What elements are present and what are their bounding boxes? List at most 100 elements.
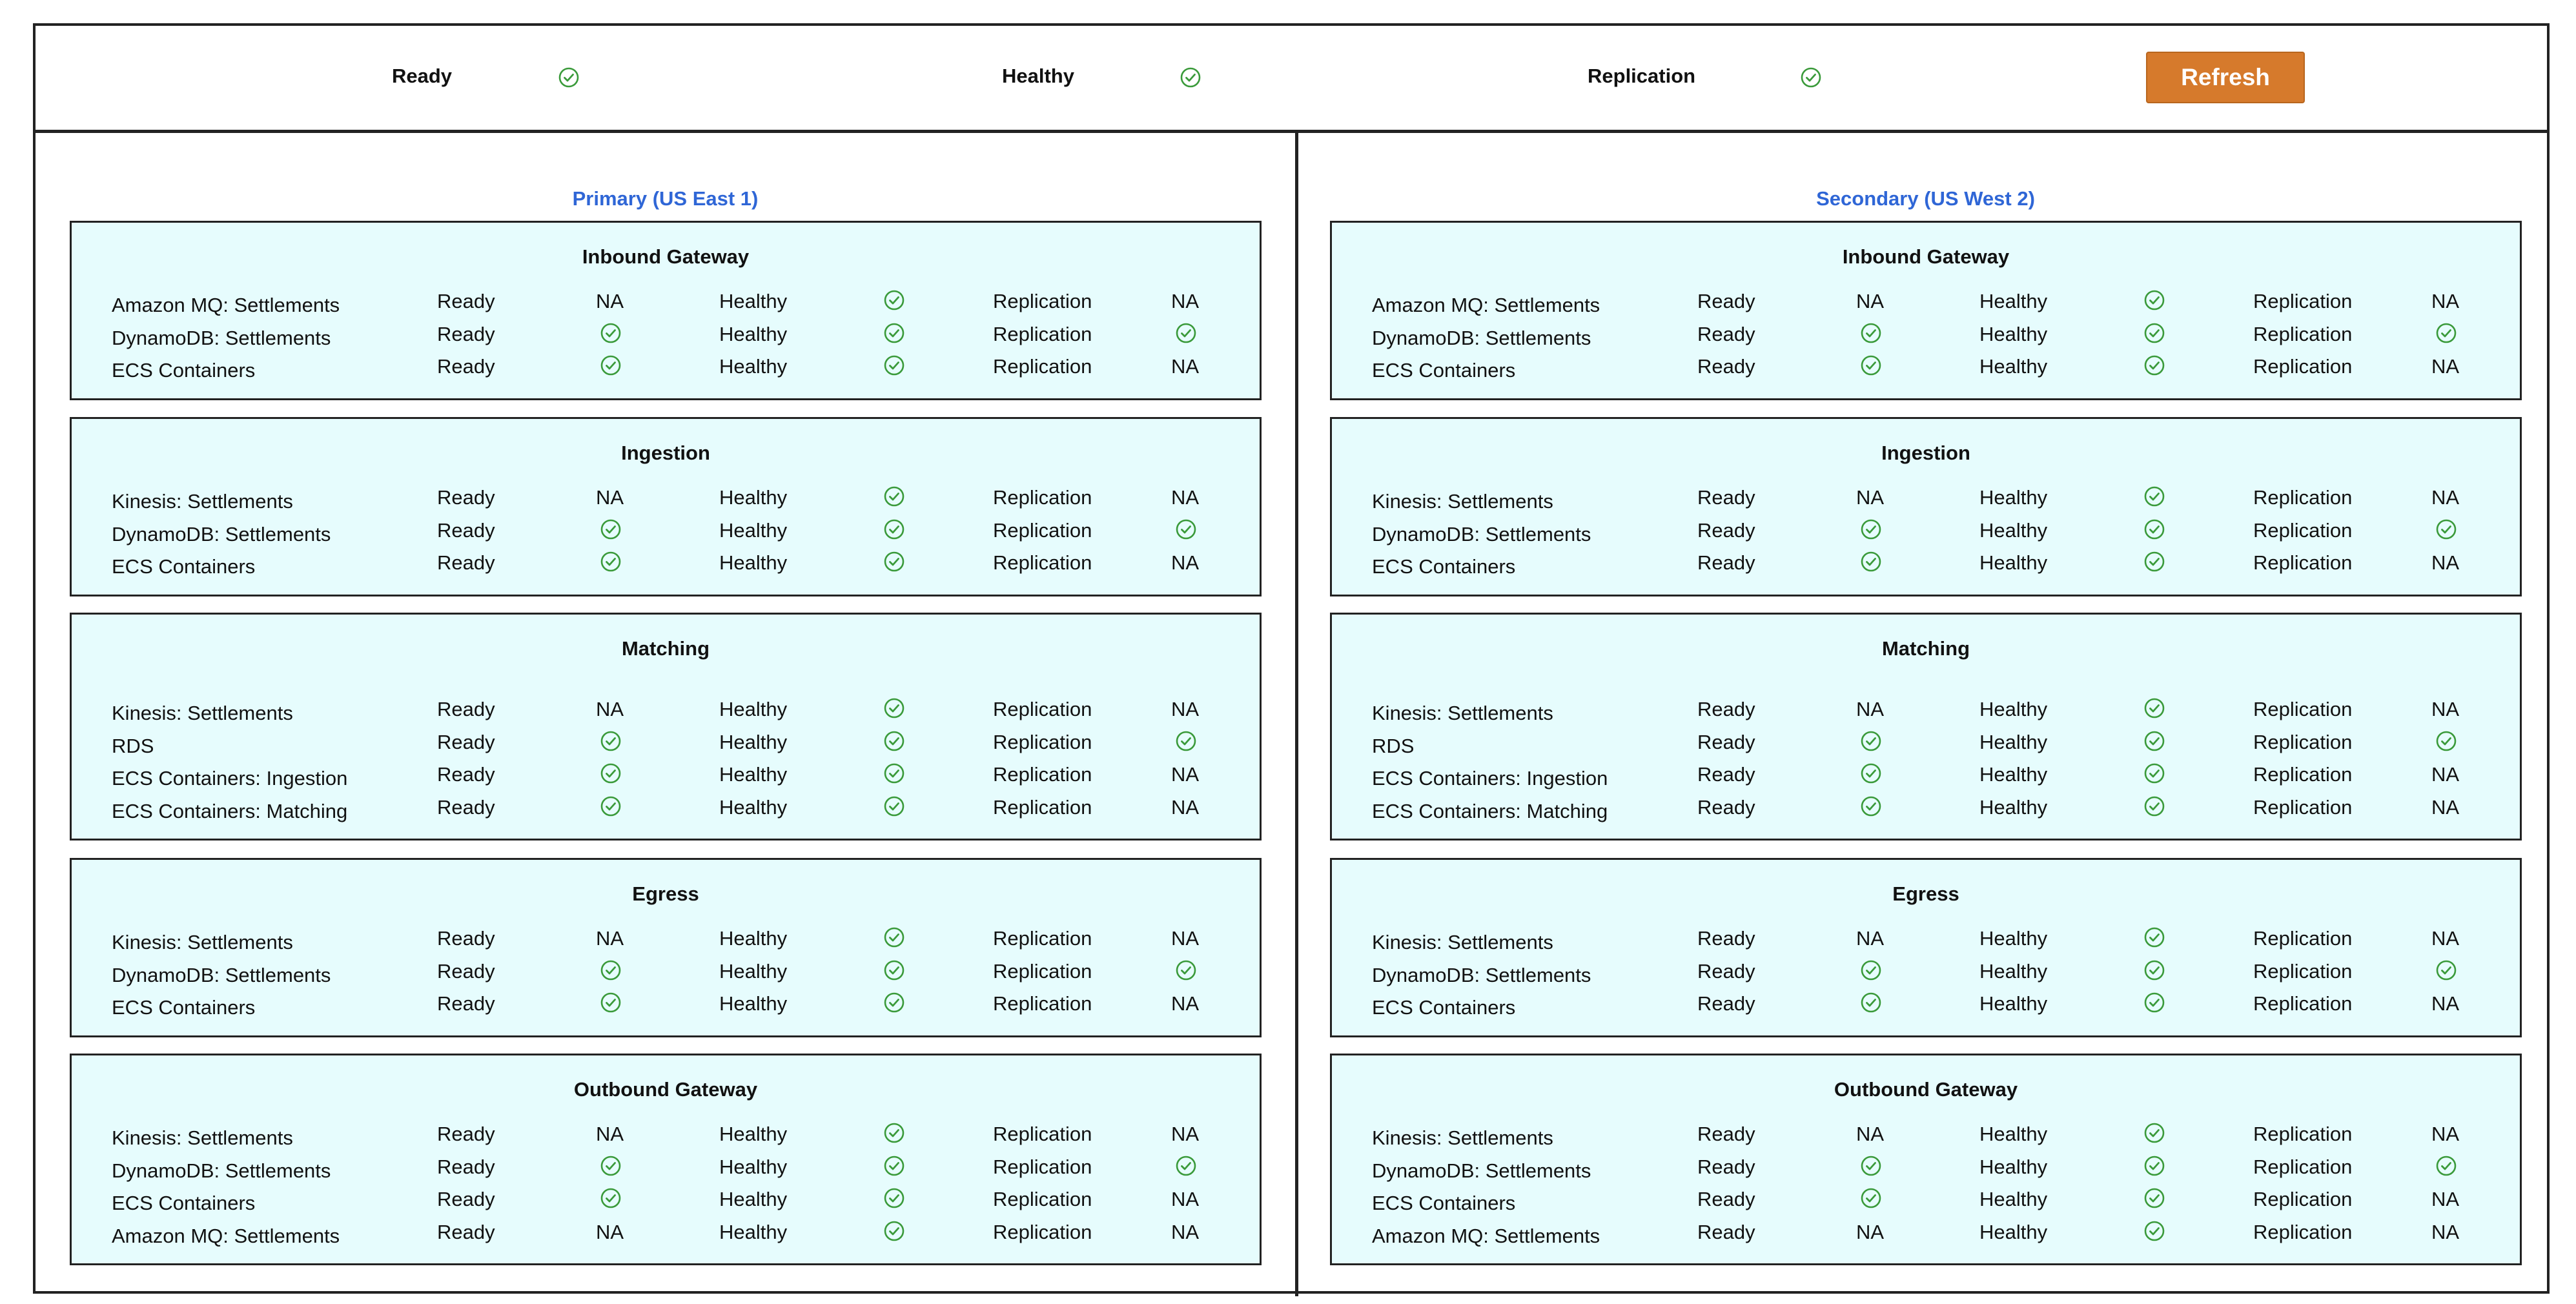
service-row: Kinesis: Settlements Ready NA Healthy Replic…	[1332, 1123, 2520, 1155]
refresh-button[interactable]: Refresh	[2146, 52, 2305, 103]
overall-replication-label: Replication	[1588, 65, 1696, 87]
replication-label: Replication	[993, 551, 1092, 574]
ready-value: NA	[596, 486, 624, 509]
panel-egress: Egress Kinesis: Settlements Ready NA Healthy…	[70, 858, 1262, 1037]
region-title: Secondary (US West 2)	[1816, 187, 2035, 210]
ready-label: Ready	[437, 992, 495, 1015]
replication-label: Replication	[2253, 1155, 2353, 1178]
service-name: ECS Containers	[112, 1192, 256, 1214]
healthy-label: Healthy	[1979, 486, 2048, 509]
replication-value: NA	[2431, 698, 2460, 720]
service-name: DynamoDB: Settlements	[1372, 1159, 1591, 1182]
replication-label: Replication	[2253, 551, 2353, 574]
service-name: DynamoDB: Settlements	[112, 326, 331, 349]
replication-label: Replication	[2253, 1188, 2353, 1210]
replication-value: NA	[2431, 763, 2460, 786]
service-name: DynamoDB: Settlements	[112, 1159, 331, 1182]
healthy-label: Healthy	[719, 322, 788, 345]
service-name: ECS Containers: Ingestion	[112, 767, 348, 790]
panel-title: Ingestion	[621, 442, 710, 464]
healthy-label: Healthy	[719, 486, 788, 509]
overall-ready-label: Ready	[392, 65, 453, 87]
ready-label: Ready	[1697, 1123, 1755, 1145]
healthy-label: Healthy	[1979, 551, 2048, 574]
overall-healthy-label: Healthy	[1002, 65, 1074, 87]
ready-label: Ready	[437, 551, 495, 574]
replication-label: Replication	[993, 486, 1092, 509]
replication-label: Replication	[993, 518, 1092, 542]
replication-value: NA	[2431, 992, 2460, 1015]
service-name: Amazon MQ: Settlements	[112, 294, 340, 316]
ready-label: Ready	[437, 795, 495, 819]
service-name: Kinesis: Settlements	[112, 490, 293, 513]
primary-region: Primary (US East 1) Inbound Gateway Amazo…	[36, 133, 1295, 1292]
service-name: ECS Containers	[1372, 1192, 1516, 1214]
service-name: DynamoDB: Settlements	[112, 522, 331, 545]
service-name: RDS	[1372, 734, 1415, 757]
service-name: DynamoDB: Settlements	[1372, 963, 1591, 986]
healthy-label: Healthy	[1979, 992, 2048, 1015]
ready-label: Ready	[437, 518, 495, 542]
ready-label: Ready	[1697, 1155, 1755, 1178]
healthy-label: Healthy	[719, 290, 788, 312]
service-row: DynamoDB: Settlements Ready Healthy Replica…	[1332, 960, 2520, 992]
service-row: DynamoDB: Settlements Ready Healthy Replica…	[72, 1156, 1260, 1188]
replication-value: NA	[2431, 1188, 2460, 1210]
replication-label: Replication	[2253, 698, 2353, 720]
ready-label: Ready	[1697, 959, 1755, 983]
replication-label: Replication	[993, 992, 1092, 1015]
ready-value: NA	[596, 1220, 624, 1243]
service-name: ECS Containers	[1372, 555, 1516, 578]
panel-title: Ingestion	[1881, 442, 1970, 464]
healthy-label: Healthy	[1979, 1155, 2048, 1178]
ready-label: Ready	[1697, 730, 1755, 753]
panel-outbound-gateway: Outbound Gateway Kinesis: Settlements Read…	[70, 1054, 1262, 1265]
service-row: ECS Containers Ready Healthy Replication NA	[72, 355, 1260, 387]
service-name: Kinesis: Settlements	[112, 1126, 293, 1149]
ready-label: Ready	[437, 730, 495, 753]
service-row: DynamoDB: Settlements Ready Healthy Replica…	[72, 960, 1260, 992]
panel-title: Outbound Gateway	[573, 1078, 758, 1101]
replication-label: Replication	[993, 355, 1092, 378]
panel-title: Egress	[1892, 882, 1959, 905]
panel-title: Outbound Gateway	[1834, 1078, 2018, 1101]
check-circle-icon	[558, 66, 580, 92]
ready-label: Ready	[437, 1123, 495, 1145]
replication-label: Replication	[2253, 927, 2353, 950]
service-row: Kinesis: Settlements Ready NA Healthy Replic…	[1332, 486, 2520, 518]
service-row: ECS Containers: Matching Ready Healthy Repl…	[72, 796, 1260, 828]
replication-label: Replication	[2253, 959, 2353, 983]
healthy-label: Healthy	[719, 698, 788, 720]
replication-label: Replication	[2253, 518, 2353, 542]
healthy-label: Healthy	[1979, 322, 2048, 345]
ready-label: Ready	[1697, 518, 1755, 542]
ready-label: Ready	[1697, 698, 1755, 720]
ready-label: Ready	[437, 355, 495, 378]
ready-label: Ready	[1697, 355, 1755, 378]
panel-title: Inbound Gateway	[1842, 245, 2010, 268]
ready-label: Ready	[437, 763, 495, 786]
ready-label: Ready	[1697, 486, 1755, 509]
service-name: ECS Containers	[112, 555, 256, 578]
ready-label: Ready	[437, 290, 495, 312]
panel-inbound-gateway: Inbound Gateway Amazon MQ: Settlements Rea…	[70, 221, 1262, 400]
service-row: Kinesis: Settlements Ready NA Healthy Replic…	[1332, 927, 2520, 959]
service-name: ECS Containers	[1372, 359, 1516, 382]
service-name: Kinesis: Settlements	[1372, 490, 1553, 513]
ready-label: Ready	[437, 1155, 495, 1178]
replication-value: NA	[1171, 927, 1200, 950]
panel-title: Egress	[632, 882, 699, 905]
replication-label: Replication	[993, 698, 1092, 720]
replication-label: Replication	[2253, 795, 2353, 819]
replication-label: Replication	[993, 1220, 1092, 1243]
service-name: DynamoDB: Settlements	[112, 963, 331, 986]
ready-label: Ready	[1697, 795, 1755, 819]
service-name: Amazon MQ: Settlements	[1372, 294, 1600, 316]
service-row: RDS Ready Healthy Replication	[72, 731, 1260, 763]
ready-label: Ready	[1697, 1220, 1755, 1243]
ready-value: NA	[596, 698, 624, 720]
service-row: DynamoDB: Settlements Ready Healthy Replica…	[1332, 323, 2520, 355]
healthy-label: Healthy	[719, 927, 788, 950]
panel-ingestion: Ingestion Kinesis: Settlements Ready NA Heal…	[1330, 417, 2522, 596]
replication-label: Replication	[993, 290, 1092, 312]
